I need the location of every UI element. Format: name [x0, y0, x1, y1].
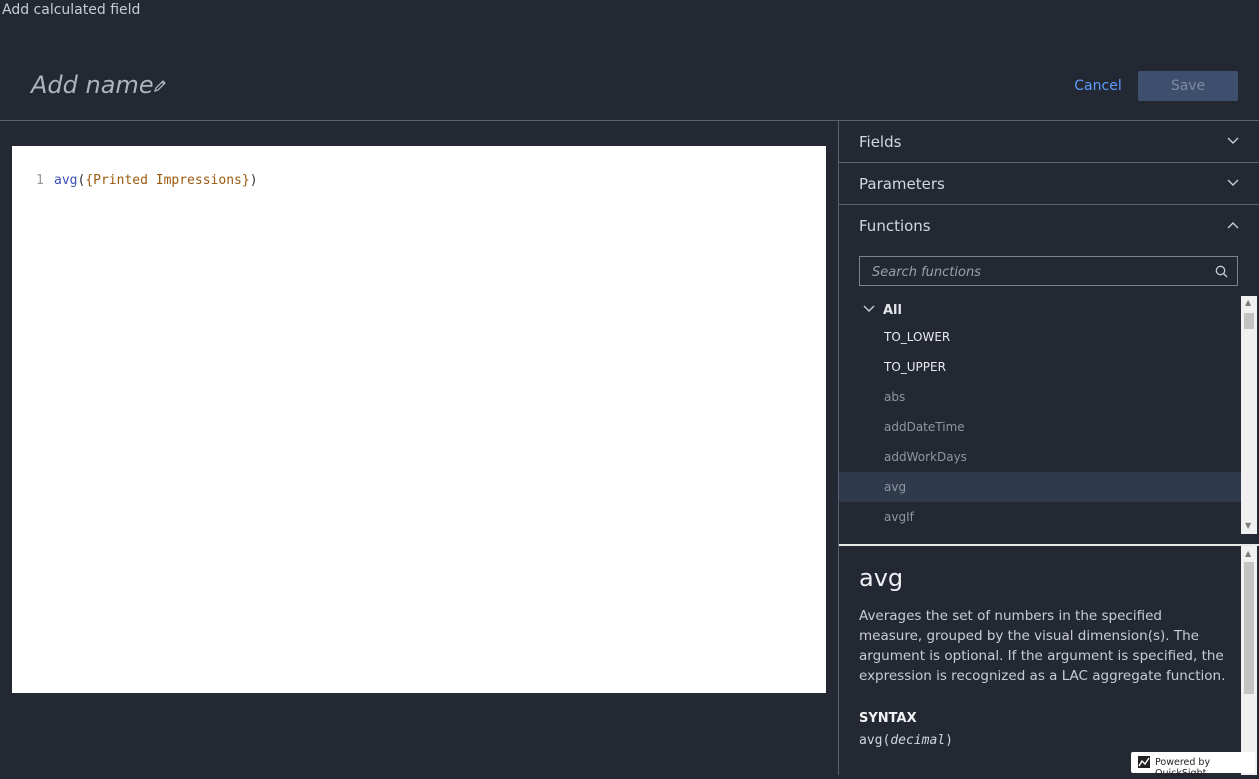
formula-code[interactable]: avg({Printed Impressions}) [54, 173, 258, 188]
code-field-token: {Printed Impressions} [85, 173, 250, 188]
function-item-label: TO_UPPER [884, 360, 946, 374]
section-parameters[interactable]: Parameters [839, 163, 1259, 205]
search-functions-input[interactable] [870, 261, 1204, 283]
syntax-argument: decimal [890, 733, 946, 748]
scroll-down-arrow-icon[interactable]: ▼ [1245, 522, 1251, 530]
syntax-heading: SYNTAX [859, 711, 917, 726]
formula-editor[interactable]: 1 avg({Printed Impressions}) [12, 146, 826, 693]
detail-divider [839, 544, 1259, 546]
function-detail-description: Averages the set of numbers in the speci… [859, 608, 1226, 684]
chevron-up-icon [1227, 222, 1239, 229]
function-item-label: abs [884, 390, 906, 404]
search-functions-box [859, 256, 1238, 286]
function-item-selected[interactable]: avg [839, 472, 1241, 502]
function-item[interactable]: avgIf [839, 502, 1241, 532]
cancel-button[interactable]: Cancel [1068, 71, 1128, 101]
function-item-label: avgIf [884, 510, 914, 524]
function-item[interactable]: TO_UPPER [839, 352, 1241, 382]
syntax-close: ) [945, 733, 953, 748]
scrollbar-thumb[interactable] [1244, 562, 1254, 694]
function-item[interactable]: addWorkDays [839, 442, 1241, 472]
function-item[interactable]: abs [839, 382, 1241, 412]
group-all-label: All [883, 303, 902, 318]
quicksight-logo-icon [1138, 756, 1150, 768]
function-detail-title: avg [859, 564, 904, 592]
code-function-token: avg [54, 173, 78, 188]
detail-scrollbar[interactable]: ▲ [1241, 546, 1257, 775]
function-item-label: TO_LOWER [884, 330, 951, 344]
function-item-label: addDateTime [884, 420, 965, 434]
function-list: All TO_LOWER TO_UPPER abs addDateTime ad… [839, 296, 1259, 534]
calculated-field-name[interactable]: Add name [31, 71, 154, 99]
function-item[interactable]: addDateTime [839, 412, 1241, 442]
save-button[interactable]: Save [1138, 71, 1238, 101]
scroll-up-arrow-icon[interactable]: ▲ [1245, 550, 1251, 558]
section-functions[interactable]: Functions [839, 205, 1259, 247]
section-parameters-label: Parameters [859, 175, 945, 193]
chevron-down-icon [1227, 179, 1239, 186]
section-fields-label: Fields [859, 133, 902, 151]
scroll-up-arrow-icon[interactable]: ▲ [1245, 299, 1251, 307]
function-list-scrollbar[interactable]: ▲ ▼ [1241, 296, 1257, 534]
function-item-label: avg [884, 480, 907, 494]
line-number: 1 [36, 173, 44, 188]
syntax-code: avg(decimal) [859, 733, 953, 748]
right-panel: Fields Parameters Functions All TO_LOWER… [838, 121, 1259, 775]
section-fields[interactable]: Fields [839, 121, 1259, 163]
function-item-label: addWorkDays [884, 450, 967, 464]
chevron-down-icon [863, 305, 875, 312]
header: Add name Cancel Save [0, 0, 1259, 121]
search-icon[interactable] [1215, 265, 1228, 278]
syntax-function: avg( [859, 733, 891, 748]
function-item[interactable]: TO_LOWER [839, 322, 1241, 352]
scrollbar-thumb[interactable] [1244, 313, 1254, 329]
chevron-down-icon [1227, 137, 1239, 144]
powered-by-badge[interactable]: Powered by QuickSight [1131, 752, 1255, 779]
powered-by-text: Powered by QuickSight [1155, 757, 1211, 779]
pencil-icon[interactable] [152, 78, 168, 94]
section-functions-label: Functions [859, 217, 931, 235]
code-close-paren: ) [249, 173, 258, 188]
